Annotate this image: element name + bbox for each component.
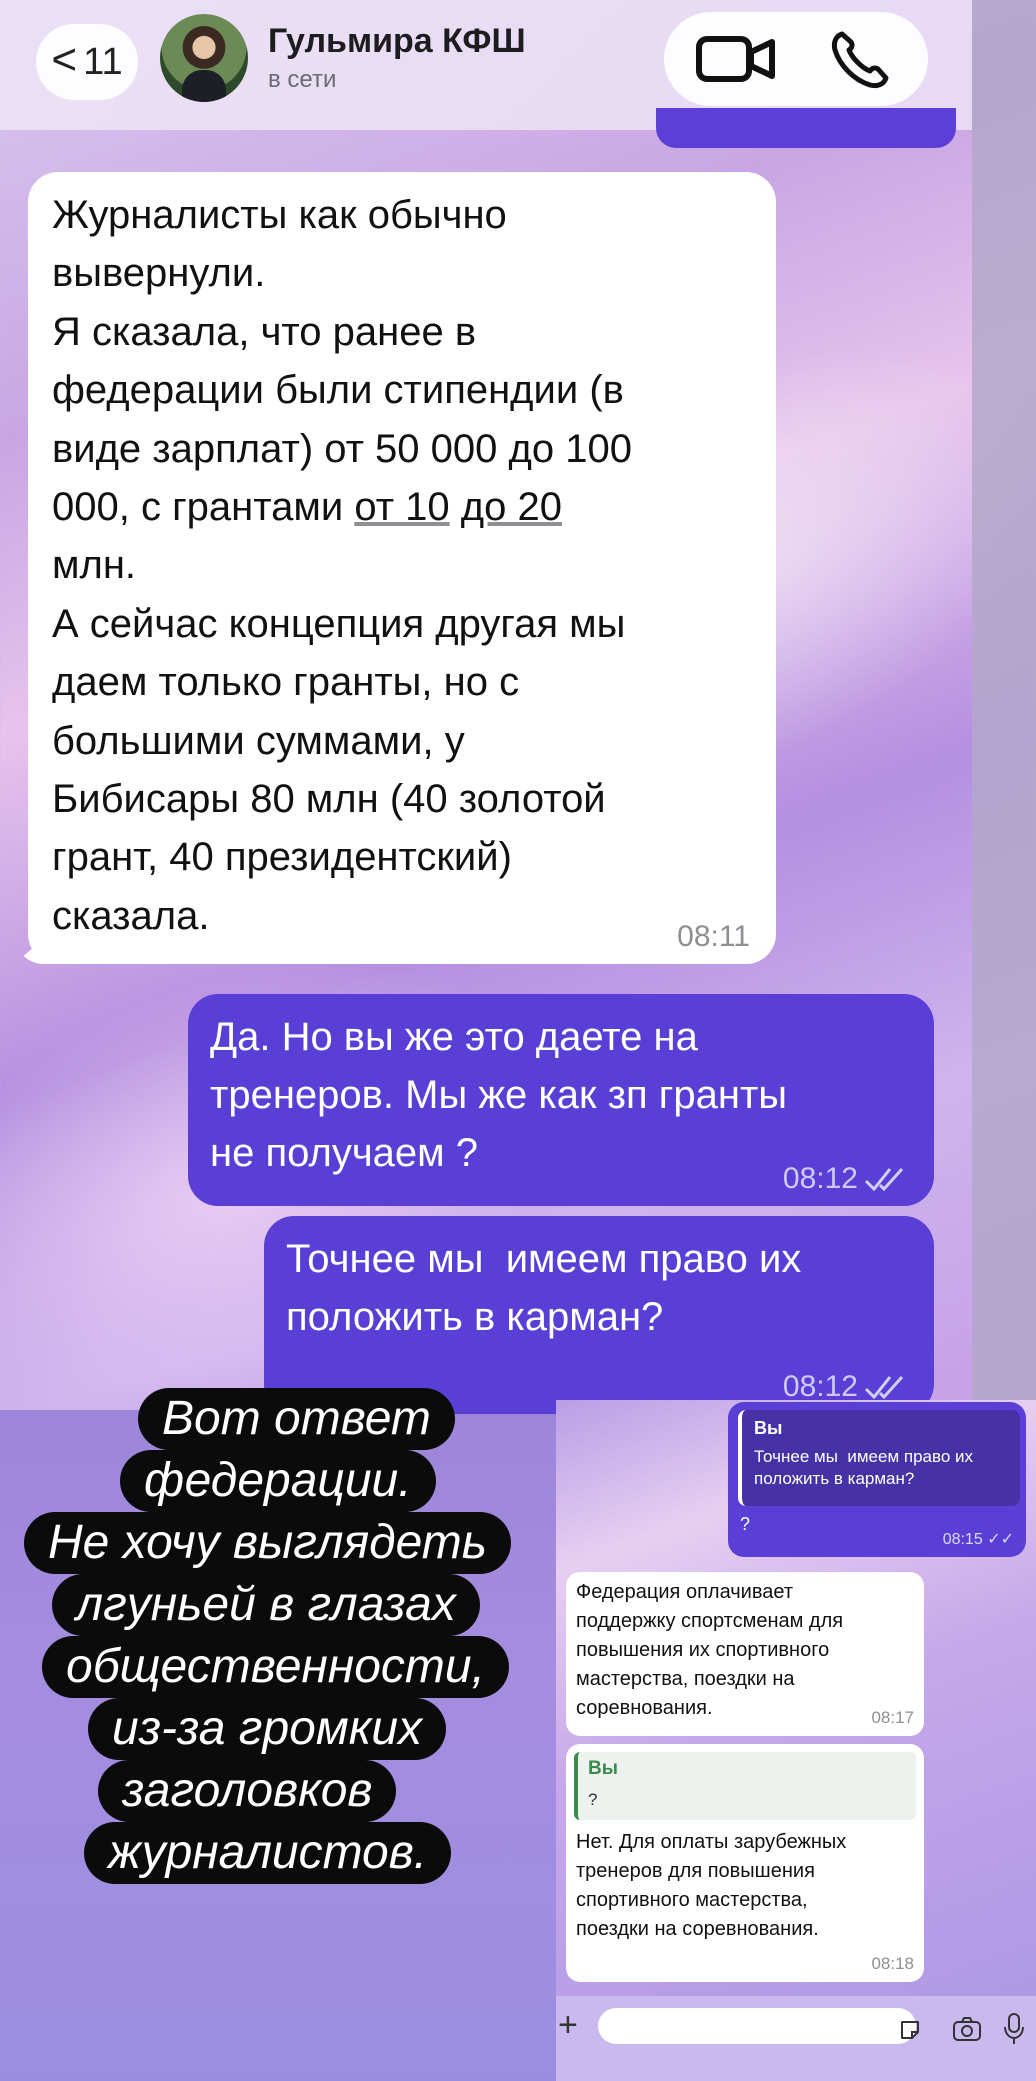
message-time-row: 08:12 [783, 1162, 908, 1196]
message-text: Да. Но вы же это даете на тренеров. Мы ж… [210, 1015, 788, 1175]
camera-icon[interactable] [952, 2016, 982, 2042]
message-time: 08:17 [871, 1708, 914, 1727]
inset-incoming-message[interactable]: Федерация оплачивает поддержку спортсмен… [566, 1572, 924, 1736]
caption-line: из-за громких [88, 1698, 447, 1760]
contact-name[interactable]: Гульмира КФШ [268, 22, 526, 61]
message-text: Нет. Для оплаты зарубежных тренеров для … [576, 1831, 847, 1940]
contact-status: в сети [268, 66, 337, 93]
attach-plus-icon[interactable]: + [558, 2006, 578, 2045]
message-text: Журналисты как обычно вывернули. Я сказа… [52, 193, 632, 938]
double-check-icon: ✓✓ [987, 1531, 1014, 1548]
avatar[interactable] [160, 14, 248, 102]
reply-quote[interactable]: Вы ? [574, 1752, 916, 1820]
inset-incoming-message[interactable]: Вы ? Нет. Для оплаты зарубежных тренеров… [566, 1744, 924, 1982]
message-input[interactable] [598, 2008, 916, 2044]
background-strip [972, 0, 1036, 1410]
reply-quote[interactable]: Вы Точнее мы имеем право их положить в к… [738, 1410, 1020, 1506]
message-text: ? [740, 1514, 751, 1534]
caption-line: лгуньей в глазах [52, 1574, 480, 1636]
message-text: Федерация оплачивает поддержку спортсмен… [576, 1581, 844, 1719]
caption-line: федерации. [120, 1450, 436, 1512]
microphone-icon[interactable] [1002, 2012, 1026, 2046]
message-time: 08:12 [782, 1162, 858, 1195]
quote-author: Вы [754, 1418, 783, 1438]
inset-screenshot: Вы Точнее мы имеем право их положить в к… [556, 1400, 1036, 2081]
incoming-message[interactable]: Журналисты как обычно вывернули. Я сказа… [28, 172, 776, 964]
outgoing-message[interactable]: Точнее мы имеем право их положить в карм… [264, 1216, 934, 1414]
quote-text: ? [588, 1790, 598, 1809]
outgoing-message[interactable]: Да. Но вы же это даете на тренеров. Мы ж… [188, 994, 934, 1206]
video-camera-icon[interactable] [696, 34, 776, 84]
sticker-icon[interactable] [898, 2018, 922, 2042]
caption-line: журналистов. [84, 1822, 452, 1884]
message-time-row: 08:12 [783, 1370, 908, 1404]
caption-line: заголовков [98, 1760, 397, 1822]
double-check-icon [864, 1375, 904, 1399]
call-actions [664, 12, 928, 106]
message-time: 08:15 ✓✓ [942, 1531, 1014, 1548]
message-composer: + [556, 1996, 1036, 2081]
inset-outgoing-message[interactable]: Вы Точнее мы имеем право их положить в к… [728, 1402, 1026, 1557]
quote-text: Точнее мы имеем право их положить в карм… [754, 1447, 973, 1488]
caption-line: Вот ответ [138, 1388, 455, 1450]
unread-count: 11 [83, 40, 123, 83]
double-check-icon [864, 1167, 904, 1191]
chevron-left-icon: < [51, 35, 78, 84]
message-time: 08:11 [677, 920, 750, 953]
message-time: 08:12 [782, 1370, 858, 1403]
phone-icon[interactable] [828, 28, 892, 92]
quote-author: Вы [588, 1758, 618, 1779]
caption-line: общественности, [42, 1636, 509, 1698]
message-text: Точнее мы имеем право их положить в карм… [286, 1237, 802, 1339]
previous-message-edge [656, 108, 956, 148]
message-time: 08:18 [871, 1954, 914, 1973]
caption-line: Не хочу выглядеть [24, 1512, 512, 1574]
back-button[interactable]: < 11 [36, 24, 138, 100]
